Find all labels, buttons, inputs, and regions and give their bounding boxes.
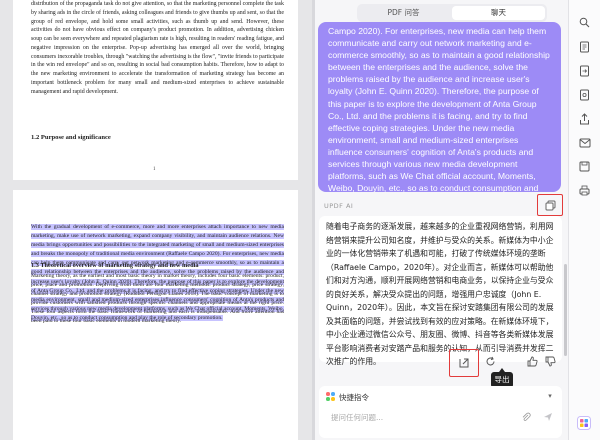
ai-response-text: 随着电子商务的逐渐发展，越来越多的企业重视网络营销，利用网络营销来提升公司知名度… [326, 222, 554, 367]
page1-paragraph: distribution of the propaganda task do n… [31, 1, 284, 95]
theory-paragraph: Marketing theory, as the earliest and mo… [31, 273, 284, 325]
document-icon[interactable] [578, 40, 591, 53]
tab-pdf-qa[interactable]: PDF 问答 [357, 4, 450, 22]
thumbs-up-icon[interactable] [525, 354, 539, 368]
attach-icon[interactable] [519, 410, 533, 424]
copy-icon [545, 200, 555, 210]
thumbs-down-icon[interactable] [543, 354, 557, 368]
ai-response-card: 随着电子商务的逐渐发展，越来越多的企业重视网络营销，利用网络营销来提升公司知名度… [319, 216, 562, 377]
quick-commands-icon [326, 392, 335, 401]
export-button[interactable] [449, 349, 479, 377]
search-icon[interactable] [578, 16, 591, 29]
protect-icon[interactable] [578, 88, 591, 101]
mail-icon[interactable] [578, 136, 591, 149]
right-toolbar [568, 0, 600, 440]
pdf-page-2: With the gradual development of e-commer… [13, 190, 298, 440]
quick-commands-chevron-icon[interactable]: ▾ [544, 390, 556, 402]
ai-sender-label: UPDF AI [324, 202, 354, 210]
export-icon [459, 358, 469, 368]
panel-tabs: PDF 问答 聊天 [357, 4, 547, 22]
send-icon[interactable] [541, 410, 555, 424]
copy-button[interactable] [537, 194, 563, 216]
purpose-heading: 1.2 Purpose and significance [31, 134, 111, 141]
save-icon[interactable] [578, 160, 591, 173]
input-card: 快捷指令 ▾ [319, 386, 562, 438]
convert-icon[interactable] [578, 64, 591, 77]
user-message-text: Campo 2020). For enterprises, new media … [328, 26, 550, 192]
ai-chat-panel: PDF 问答 聊天 Campo 2020). For enterprises, … [315, 0, 568, 440]
pdf-page-1: distribution of the propaganda task do n… [13, 0, 298, 180]
theory-heading: 1.3 Theoretical overview of marketing st… [31, 262, 199, 269]
panel-scrollbar[interactable] [564, 264, 567, 356]
print-icon[interactable] [578, 184, 591, 197]
regenerate-icon[interactable] [483, 354, 497, 368]
user-message-bubble: Campo 2020). For enterprises, new media … [318, 22, 561, 192]
ai-assistant-icon[interactable] [577, 416, 591, 430]
tab-chat[interactable]: 聊天 [452, 6, 545, 20]
share-icon[interactable] [578, 112, 591, 125]
document-viewer[interactable]: distribution of the propaganda task do n… [0, 0, 312, 440]
quick-commands-label[interactable]: 快捷指令 [339, 392, 369, 403]
ask-input[interactable] [331, 413, 481, 422]
page-number: 1 [153, 167, 156, 172]
